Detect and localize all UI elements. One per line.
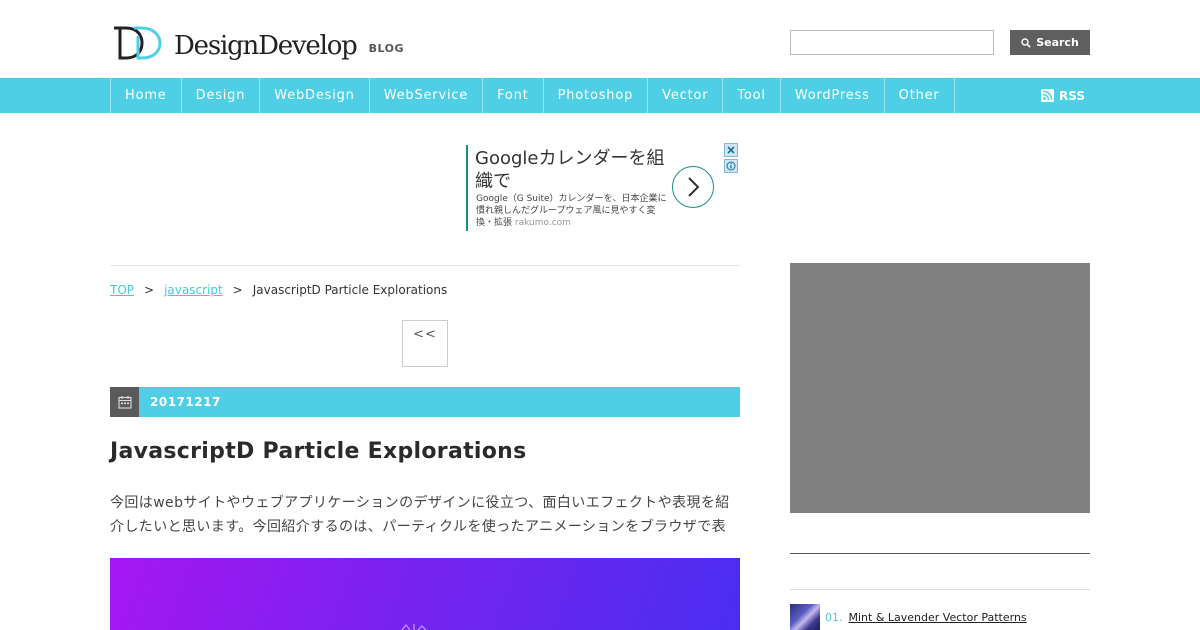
ad-arrow-button[interactable] — [672, 166, 714, 208]
search-icon — [1021, 37, 1031, 48]
rss-label: RSS — [1059, 88, 1085, 103]
content-divider — [110, 265, 740, 266]
nav-item-home[interactable]: Home — [111, 78, 182, 113]
rss-icon — [1041, 89, 1054, 102]
breadcrumb-separator: > — [232, 283, 243, 297]
nav-items: Home Design WebDesign WebService Font Ph… — [110, 78, 955, 113]
info-icon — [726, 161, 736, 171]
nav-item-design[interactable]: Design — [182, 78, 261, 113]
chevron-right-icon — [688, 177, 700, 197]
ad-info-button[interactable] — [724, 159, 738, 173]
post-date: 20171217 — [150, 395, 221, 409]
nav-item-other[interactable]: Other — [885, 78, 955, 113]
ad-description-text: Google（G Suite）カレンダーを、日本企業に慣れ親しんだグループウェア… — [476, 194, 667, 228]
breadcrumb: TOP > javascript > JavascriptD Particle … — [110, 283, 447, 297]
nav-item-photoshop[interactable]: Photoshop — [544, 78, 649, 113]
image-artwork — [401, 624, 427, 630]
ranking-number: 01. — [825, 610, 843, 624]
search-button[interactable]: Search — [1010, 30, 1090, 55]
advertisement[interactable]: Googleカレンダーを組織で Google（G Suite）カレンダーを、日本… — [466, 143, 738, 231]
search-input[interactable] — [790, 30, 994, 55]
nav-item-font[interactable]: Font — [483, 78, 544, 113]
logo-mark-icon — [112, 26, 164, 60]
site-logo[interactable]: DesignDevelop BLOG — [112, 26, 404, 60]
breadcrumb-separator: > — [144, 283, 155, 297]
sidebar-divider — [790, 589, 1090, 590]
ranking-title-link[interactable]: Mint & Lavender Vector Patterns — [849, 611, 1027, 624]
nav-item-wordpress[interactable]: WordPress — [781, 78, 885, 113]
sidebar-ad-placeholder[interactable] — [790, 263, 1090, 513]
post-excerpt: 今回はwebサイトやウェブアプリケーションのデザインに役立つ、面白いエフェクトや… — [110, 495, 730, 535]
site-header: DesignDevelop BLOG Search — [0, 0, 1200, 78]
nav-item-vector[interactable]: Vector — [648, 78, 724, 113]
main-nav: Home Design WebDesign WebService Font Ph… — [0, 78, 1200, 113]
logo-text: DesignDevelop — [174, 31, 358, 61]
ad-domain[interactable]: rakumo.com — [515, 218, 571, 228]
ad-description: Google（G Suite）カレンダーを、日本企業に慣れ親しんだグループウェア… — [476, 193, 670, 229]
post-featured-image — [110, 558, 740, 630]
ad-title[interactable]: Googleカレンダーを組織で — [475, 147, 665, 193]
search-button-label: Search — [1036, 36, 1079, 49]
ad-close-button[interactable] — [724, 143, 738, 157]
nav-item-webservice[interactable]: WebService — [370, 78, 484, 113]
post-date-bar: 20171217 — [110, 387, 740, 417]
nav-item-tool[interactable]: Tool — [723, 78, 781, 113]
breadcrumb-current: JavascriptD Particle Explorations — [252, 283, 448, 297]
post-title: JavascriptD Particle Explorations — [110, 439, 527, 464]
nav-item-webdesign[interactable]: WebDesign — [260, 78, 370, 113]
sidebar-divider — [790, 553, 1090, 554]
ranking-item[interactable]: 01. Mint & Lavender Vector Patterns — [790, 604, 1090, 630]
logo-blog-label: BLOG — [368, 42, 404, 55]
breadcrumb-top-link[interactable]: TOP — [110, 283, 134, 297]
calendar-icon — [110, 387, 139, 417]
ranking-thumbnail[interactable] — [790, 604, 820, 630]
prev-post-button[interactable]: << — [402, 320, 448, 367]
rss-link[interactable]: RSS — [1041, 78, 1085, 113]
close-icon — [727, 146, 735, 154]
breadcrumb-category-link[interactable]: javascript — [164, 283, 223, 297]
